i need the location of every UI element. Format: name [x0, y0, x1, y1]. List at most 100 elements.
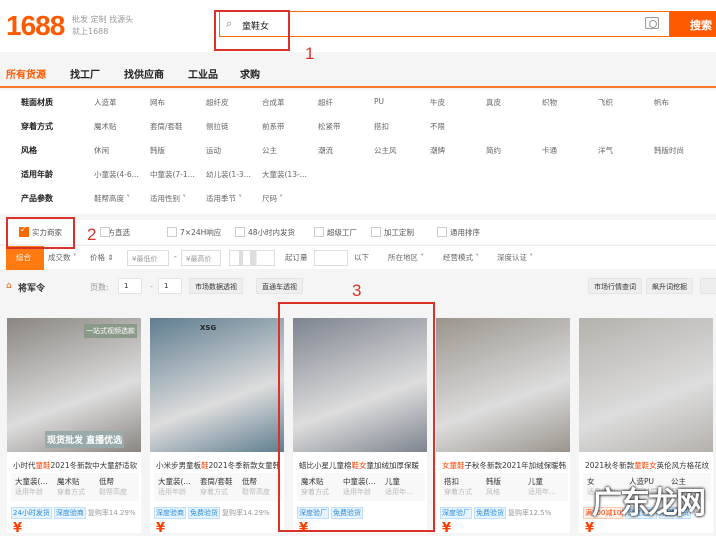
product-image[interactable]: 一站式视频选款 现货批发 直播优选 [7, 318, 141, 452]
market-query-button[interactable]: 市场行情查词 [588, 278, 642, 294]
title-text: 子秋冬新款2021年加绒保暖韩 [464, 461, 567, 470]
filter-option[interactable]: 超纤 [318, 97, 333, 108]
product-card[interactable]: 一站式视频选款 现货批发 直播优选 小时代童鞋2021冬新款中大童舒适软 大童装(..… [7, 318, 141, 536]
filter-option[interactable]: 网布 [150, 97, 165, 108]
rising-words-button[interactable]: 飙升词挖掘 [646, 278, 693, 294]
attribute: 低帮 鞋帮高度 [99, 476, 141, 498]
filter-option[interactable]: 飞织 [598, 97, 613, 108]
filter-option-label: 韩版时尚 [654, 146, 684, 155]
filter-option-label: 适用季节 [206, 194, 236, 203]
filter-option[interactable]: 幼儿装(1-3... [206, 169, 251, 180]
filter-option[interactable]: 韩版 [150, 145, 165, 156]
filter-option[interactable]: 适用季节 ˅ [206, 193, 242, 204]
filter-option[interactable]: 鞋帮高度 ˅ [94, 193, 130, 204]
checkbox-filter[interactable]: 官方直选 [100, 227, 130, 238]
filter-option[interactable]: 中童装(7-1... [150, 169, 195, 180]
filter-option[interactable]: 运动 [206, 145, 221, 156]
product-image[interactable]: XSG [150, 318, 284, 452]
filter-option-label: 前系带 [262, 122, 285, 131]
product-card[interactable]: XSG 小米步男童板鞋2021冬季新款女童韩 大童装(... 适用年龄 套筒/套鞋 穿着方… [150, 318, 284, 536]
filter-checkboxes: 实力商家官方直选7×24H响应48小时内发货超级工厂加工定制通用排序 [0, 220, 716, 244]
filter-option[interactable]: 适用性别 ˅ [150, 193, 186, 204]
filter-option[interactable]: 卡通 [542, 145, 557, 156]
sort-sales[interactable]: 成交数 ˅ [48, 252, 77, 263]
logo-1688[interactable]: 1688 [6, 10, 65, 42]
business-label: 经营模式 [443, 253, 473, 262]
business-mode-dropdown[interactable]: 经营模式 ˅ [443, 252, 479, 263]
filter-option[interactable]: 小童装(4-6... [94, 169, 139, 180]
filter-option[interactable]: 休闲 [94, 145, 109, 156]
filter-option[interactable]: 韩版时尚 [654, 145, 684, 156]
filter-option[interactable]: 不限 [430, 121, 445, 132]
filter-option[interactable]: 松紧带 [318, 121, 341, 132]
page-from-input[interactable]: 1 [118, 278, 142, 294]
filter-option[interactable]: 公主风 [374, 145, 397, 156]
product-image[interactable] [436, 318, 570, 452]
attribute-value: 魔术贴 [57, 477, 80, 486]
filter-option[interactable]: 真皮 [486, 97, 501, 108]
annotation-box-3 [278, 302, 435, 532]
price-histogram[interactable] [229, 250, 275, 266]
filter-option[interactable]: 超纤皮 [206, 97, 229, 108]
filter-option-label: 人造革 [94, 98, 117, 107]
filter-option[interactable]: 魔术贴 [94, 121, 117, 132]
moq-input[interactable] [314, 250, 348, 266]
filter-option-label: 公主 [262, 146, 277, 155]
product-card[interactable]: 女童鞋子秋冬新款2021年加绒保暖韩 搭扣 穿着方式 韩版 风格 儿童 适用年... 深度验厂… [436, 318, 570, 536]
market-data-button[interactable]: 市场数据透视 [189, 278, 243, 294]
max-price-input[interactable]: ¥最高价 [181, 250, 221, 266]
product-title[interactable]: 小时代童鞋2021冬新款中大童舒适软 [13, 460, 139, 471]
filter-option[interactable]: 洋气 [598, 145, 613, 156]
region-dropdown[interactable]: 所在地区 ˅ [388, 252, 424, 263]
filter-option[interactable]: 潮牌 [430, 145, 445, 156]
checkbox-label: 加工定制 [384, 228, 414, 237]
title-text: 2021秋冬新款 [585, 461, 635, 470]
product-title[interactable]: 小米步男童板鞋2021冬季新款女童韩 [156, 460, 282, 471]
filter-option[interactable]: PU [374, 97, 384, 106]
checkbox-filter[interactable]: 通用排序 [437, 227, 480, 238]
sort-price[interactable]: 价格 ⇕ [90, 252, 114, 263]
attribute: 搭扣 穿着方式 [444, 476, 486, 498]
filter-option[interactable]: 搭扣 [374, 121, 389, 132]
filter-option[interactable]: 侧拉链 [206, 121, 229, 132]
checkbox-filter[interactable]: 超级工厂 [314, 227, 357, 238]
filter-option[interactable]: 简约 [486, 145, 501, 156]
checkbox-filter[interactable]: 加工定制 [371, 227, 414, 238]
filter-option[interactable]: 前系带 [262, 121, 285, 132]
filter-option[interactable]: 合成革 [262, 97, 285, 108]
product-title[interactable]: 女童鞋子秋冬新款2021年加绒保暖韩 [442, 460, 568, 471]
checkbox-filter[interactable]: 7×24H响应 [167, 227, 221, 238]
tab-find-supplier[interactable]: 找供应商 [124, 66, 164, 81]
filter-option[interactable]: 尺码 ˅ [262, 193, 283, 204]
product-image[interactable] [579, 318, 713, 452]
cert-dropdown[interactable]: 深度认证 ˅ [497, 252, 533, 263]
main-nav: 所有货源 找工厂 找供应商 工业品 求购 [0, 52, 716, 88]
filter-option-label: 网布 [150, 98, 165, 107]
checkbox-filter[interactable]: 48小时内发货 [235, 227, 295, 238]
tab-find-factory[interactable]: 找工厂 [70, 66, 100, 81]
camera-icon[interactable] [645, 17, 659, 29]
filter-option[interactable]: 套筒/套鞋 [150, 121, 183, 132]
title-highlight: 女童鞋 [442, 461, 465, 470]
tab-all-sources[interactable]: 所有货源 [6, 66, 46, 81]
filter-option[interactable]: 牛皮 [430, 97, 445, 108]
filter-option[interactable]: 潮流 [318, 145, 333, 156]
tab-purchase[interactable]: 求购 [240, 66, 260, 81]
search-button[interactable]: 搜索 [670, 11, 716, 37]
filter-option[interactable]: 公主 [262, 145, 277, 156]
filter-option[interactable]: 人造革 [94, 97, 117, 108]
tab-industrial[interactable]: 工业品 [188, 66, 218, 81]
filter-option[interactable]: 帆布 [654, 97, 669, 108]
filter-option-label: 松紧带 [318, 122, 341, 131]
min-price-input[interactable]: ¥最低价 [127, 250, 169, 266]
page-to-input[interactable]: 1 [158, 278, 182, 294]
filter-option[interactable]: 大童装(13-... [262, 169, 307, 180]
filter-option-label: 织物 [542, 98, 557, 107]
ztc-button[interactable]: 直通车透视 [256, 278, 303, 294]
filter-option-label: 帆布 [654, 98, 669, 107]
filter-option[interactable]: 织物 [542, 97, 557, 108]
sort-comprehensive[interactable]: 综合 [6, 246, 44, 270]
product-title[interactable]: 2021秋冬新款童鞋女英伦风方格花纹 [585, 460, 711, 471]
more-button[interactable] [700, 278, 716, 294]
filter-row: 穿着方式 魔术贴 套筒/套鞋 侧拉链 前系带 松紧带 搭扣 不限 [0, 115, 716, 139]
